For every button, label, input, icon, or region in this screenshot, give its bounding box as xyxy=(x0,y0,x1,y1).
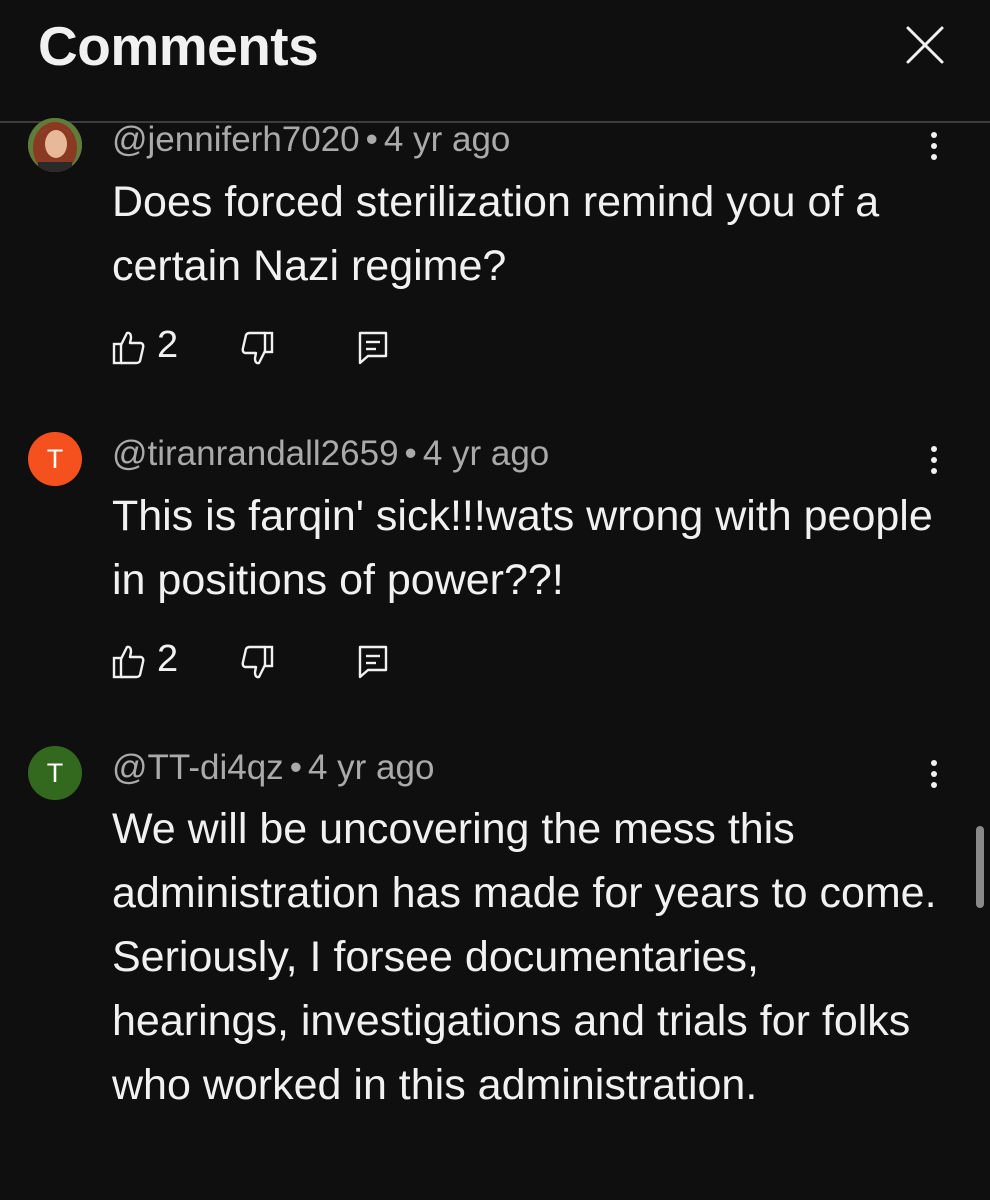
avatar-initial: T xyxy=(46,757,64,788)
like-count: 2 xyxy=(157,324,179,366)
comment-time: 4 yr ago xyxy=(383,120,511,159)
close-icon xyxy=(906,26,944,64)
comment-time: 4 yr ago xyxy=(307,748,435,787)
comments-header: Comments xyxy=(0,0,990,123)
more-options-button[interactable] xyxy=(914,126,954,166)
reply-comment-icon xyxy=(358,331,388,365)
comment-time: 4 yr ago xyxy=(422,434,550,473)
like-button[interactable] xyxy=(112,330,146,366)
meta-separator: • xyxy=(289,748,302,787)
panel-title: Comments xyxy=(38,15,319,77)
more-options-button[interactable] xyxy=(914,754,954,794)
thumbs-down-icon xyxy=(241,645,274,679)
meta-separator: • xyxy=(365,120,378,159)
close-button[interactable] xyxy=(900,20,950,70)
dislike-button[interactable] xyxy=(240,330,274,366)
comment-author[interactable]: @jenniferh7020 xyxy=(112,120,360,159)
comment-author[interactable]: @tiranrandall2659 xyxy=(112,434,399,473)
comment-meta: @TT-di4qz • 4 yr ago xyxy=(112,748,434,788)
thumbs-up-icon xyxy=(112,645,145,679)
more-vertical-icon xyxy=(931,760,937,788)
comment-meta: @tiranrandall2659 • 4 yr ago xyxy=(112,434,549,474)
like-count: 2 xyxy=(157,638,179,680)
comment-text: We will be uncovering the mess this admi… xyxy=(112,805,937,1109)
profile-photo-icon xyxy=(28,118,82,172)
avatar[interactable]: T xyxy=(28,432,82,486)
thumbs-up-icon xyxy=(112,331,145,365)
comment-text: This is farqin' sick!!!wats wrong with p… xyxy=(112,492,933,604)
meta-separator: • xyxy=(404,434,417,473)
thumbs-down-icon xyxy=(241,331,274,365)
avatar[interactable]: T xyxy=(28,746,82,800)
avatar[interactable] xyxy=(28,118,82,172)
avatar-initial: T xyxy=(46,443,64,474)
more-vertical-icon xyxy=(931,446,937,474)
reply-comment-icon xyxy=(358,645,388,679)
reply-button[interactable] xyxy=(356,644,390,680)
reply-button[interactable] xyxy=(356,330,390,366)
comment-text: Does forced sterilization remind you of … xyxy=(112,178,880,290)
like-button[interactable] xyxy=(112,644,146,680)
scrollbar-thumb[interactable] xyxy=(976,826,984,908)
comment-meta: @jenniferh7020 • 4 yr ago xyxy=(112,120,510,160)
more-vertical-icon xyxy=(931,132,937,160)
dislike-button[interactable] xyxy=(240,644,274,680)
more-options-button[interactable] xyxy=(914,440,954,480)
comment-author[interactable]: @TT-di4qz xyxy=(112,748,284,787)
